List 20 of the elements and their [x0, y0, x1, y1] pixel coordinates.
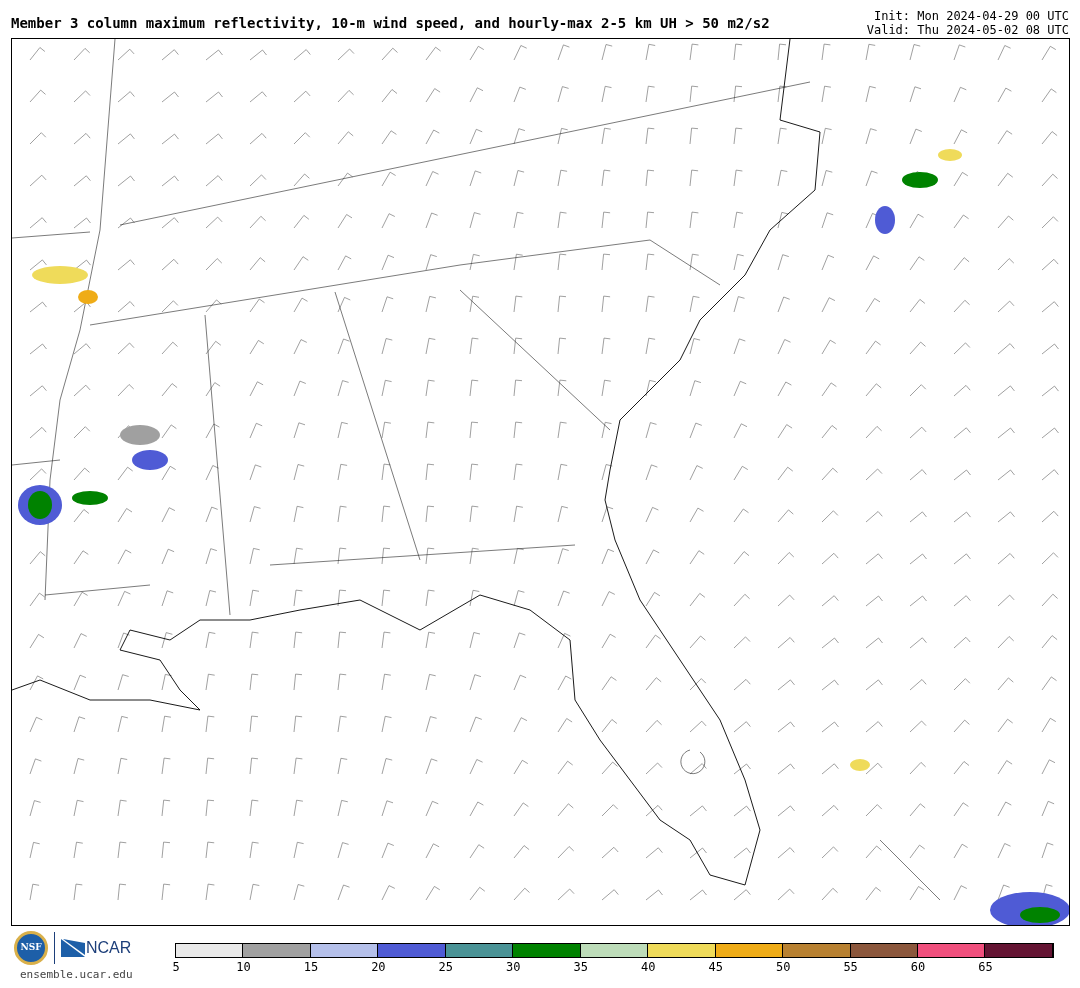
colorbar-tick-label: 25: [438, 960, 454, 974]
colorbar-tick-label: 30: [506, 960, 521, 974]
valid-time: Valid: Thu 2024-05-02 08 UTC: [866, 23, 1069, 37]
colorbar-tick-label: 50: [775, 960, 791, 974]
colorbar-tick-label: 20: [371, 960, 386, 974]
colorbar-tick-label: 65: [978, 960, 993, 974]
colorbar-tick-label: 5: [172, 960, 180, 974]
website-url: ensemble.ucar.edu: [20, 967, 133, 983]
colorbar-tick-label: 40: [641, 960, 656, 974]
colorbar-tick-label: 60: [910, 960, 926, 974]
ncar-mark-icon: [61, 939, 85, 957]
nsf-logo: NSF: [14, 931, 48, 965]
colorbar-tick-label: 35: [573, 960, 588, 974]
init-time: Init: Mon 2024-04-29 00 UTC: [873, 9, 1069, 23]
colorbar-tick-label: 55: [843, 960, 858, 974]
chart-title: Member 3 column maximum reflectivity, 10-m wind speed, and hourly-max 2-5 km UH > 50 m2/s2: [11, 14, 770, 33]
ncar-logo: NCAR: [86, 940, 132, 956]
colorbar-tick-label: 45: [708, 960, 723, 974]
colorbar-tick-label: 15: [303, 960, 319, 974]
colorbar-tick-label: 10: [236, 960, 251, 974]
